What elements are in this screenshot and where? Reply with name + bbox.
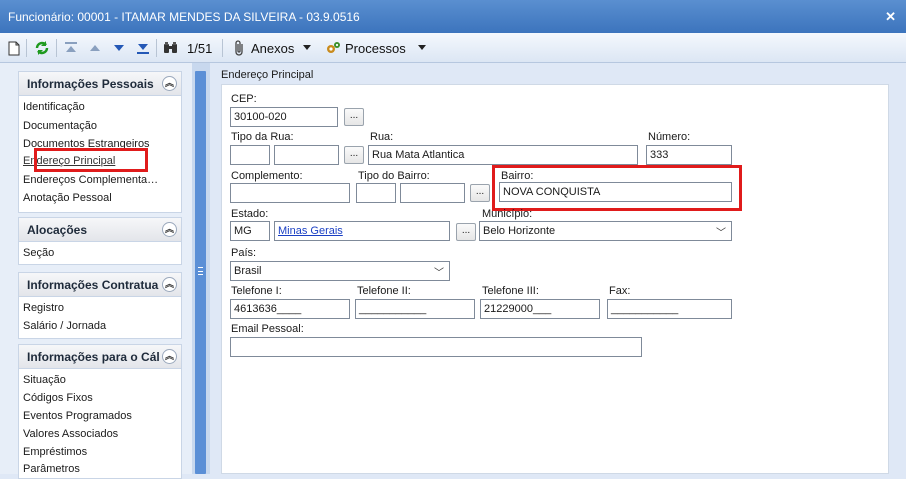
main-content: Endereço Principal CEP: 30100-020 ... Ti… (210, 63, 906, 474)
tipo-rua-label: Tipo da Rua: (231, 131, 294, 143)
group-header[interactable]: Informações para o Cál ︽ (19, 345, 181, 369)
gears-icon (325, 40, 341, 56)
cep-lookup-button[interactable]: ... (344, 108, 364, 126)
navigation-panel: Informações Pessoais ︽ Identificação Doc… (0, 63, 192, 479)
cep-label: CEP: (231, 93, 257, 105)
sidebar-item-emprestimos[interactable]: Empréstimos (23, 446, 87, 458)
tipo-rua-name-field[interactable] (274, 145, 339, 165)
tipo-bairro-code-field[interactable] (356, 183, 396, 203)
dropdown-arrow-icon (303, 45, 312, 51)
sidebar-item-anotacao-pessoal[interactable]: Anotação Pessoal (23, 192, 112, 204)
toolbar: 1/51 Anexos Processos (0, 33, 906, 63)
group-header[interactable]: Informações Contratua ︽ (19, 273, 181, 297)
collapse-icon[interactable]: ︽ (162, 76, 177, 91)
estado-name-link[interactable]: Minas Gerais (274, 221, 450, 241)
window-titlebar: Funcionário: 00001 - ITAMAR MENDES DA SI… (0, 0, 906, 33)
sidebar-item-parametros[interactable]: Parâmetros (23, 463, 80, 475)
address-form-panel: CEP: 30100-020 ... Tipo da Rua: ... Rua:… (221, 84, 889, 474)
tipo-bairro-name-field[interactable] (400, 183, 465, 203)
grip-icon (198, 267, 203, 275)
sidebar-item-salario-jornada[interactable]: Salário / Jornada (23, 320, 106, 332)
chevron-down-icon: ﹀ (434, 268, 444, 279)
sidebar-item-valores-associados[interactable]: Valores Associados (23, 428, 118, 440)
pais-label: País: (231, 247, 257, 259)
sidebar-item-secao[interactable]: Seção (23, 247, 54, 259)
estado-code-field[interactable]: MG (230, 221, 270, 241)
section-title: Endereço Principal (221, 69, 314, 81)
first-record-icon[interactable] (64, 39, 78, 57)
rua-label: Rua: (370, 131, 394, 143)
tipo-rua-lookup-button[interactable]: ... (344, 146, 364, 164)
chevron-down-icon: ﹀ (716, 228, 726, 239)
next-record-icon[interactable] (112, 39, 126, 57)
window-title: Funcionário: 00001 - ITAMAR MENDES DA SI… (8, 9, 360, 24)
dropdown-arrow-icon (417, 45, 426, 51)
telefone1-field[interactable]: 4613636____ (230, 299, 350, 319)
processos-menu[interactable]: Processos (325, 39, 426, 57)
estado-label: Estado: (231, 208, 269, 220)
collapse-icon[interactable]: ︽ (162, 277, 177, 292)
sidebar-item-eventos-programados[interactable]: Eventos Programados (23, 410, 132, 422)
sidebar-item-codigos-fixos[interactable]: Códigos Fixos (23, 392, 93, 404)
panel-splitter[interactable] (192, 63, 210, 474)
collapse-icon[interactable]: ︽ (162, 222, 177, 237)
previous-record-icon[interactable] (88, 39, 102, 57)
collapse-icon[interactable]: ︽ (162, 349, 177, 364)
paperclip-icon (234, 40, 246, 56)
sidebar-item-situacao[interactable]: Situação (23, 374, 66, 386)
fax-label: Fax: (609, 285, 631, 297)
sidebar-item-registro[interactable]: Registro (23, 302, 64, 314)
scrollbar[interactable] (195, 71, 206, 474)
cep-field[interactable]: 30100-020 (230, 107, 338, 127)
municipio-select[interactable]: Belo Horizonte ﹀ (479, 221, 732, 241)
record-position: 1/51 (187, 40, 213, 56)
tipo-bairro-lookup-button[interactable]: ... (470, 184, 490, 202)
sidebar-item-documentacao[interactable]: Documentação (23, 120, 97, 132)
fax-field[interactable]: ___________ (607, 299, 732, 319)
email-label: Email Pessoal: (231, 323, 304, 335)
highlight-box (492, 165, 742, 211)
highlight-box (34, 148, 148, 172)
close-icon[interactable]: ✕ (885, 9, 896, 25)
municipio-label: Município: (482, 208, 533, 220)
anexos-menu[interactable]: Anexos (234, 39, 312, 57)
last-record-icon[interactable] (136, 39, 150, 57)
search-icon[interactable] (163, 39, 179, 57)
group-header[interactable]: Informações Pessoais ︽ (19, 72, 181, 96)
anexos-label: Anexos (251, 40, 295, 56)
pais-select[interactable]: Brasil ﹀ (230, 261, 450, 281)
tipo-rua-code-field[interactable] (230, 145, 270, 165)
telefone2-label: Telefone II: (357, 285, 411, 297)
sidebar-item-identificacao[interactable]: Identificação (23, 101, 85, 113)
numero-field[interactable]: 333 (646, 145, 732, 165)
sidebar-item-enderecos-complementares[interactable]: Endereços Complementa… (23, 174, 158, 186)
new-record-icon[interactable] (8, 39, 20, 57)
rua-field[interactable]: Rua Mata Atlantica (368, 145, 638, 165)
processos-label: Processos (345, 40, 406, 56)
complemento-label: Complemento: (231, 170, 303, 182)
refresh-icon[interactable] (34, 39, 50, 57)
telefone2-field[interactable]: ___________ (355, 299, 475, 319)
numero-label: Número: (648, 131, 691, 143)
email-field[interactable] (230, 337, 642, 357)
telefone1-label: Telefone I: (231, 285, 282, 297)
estado-lookup-button[interactable]: ... (456, 223, 476, 241)
telefone3-label: Telefone III: (482, 285, 539, 297)
group-header[interactable]: Alocações ︽ (19, 218, 181, 242)
telefone3-field[interactable]: 21229000___ (480, 299, 600, 319)
tipo-bairro-label: Tipo do Bairro: (358, 170, 430, 182)
complemento-field[interactable] (230, 183, 350, 203)
